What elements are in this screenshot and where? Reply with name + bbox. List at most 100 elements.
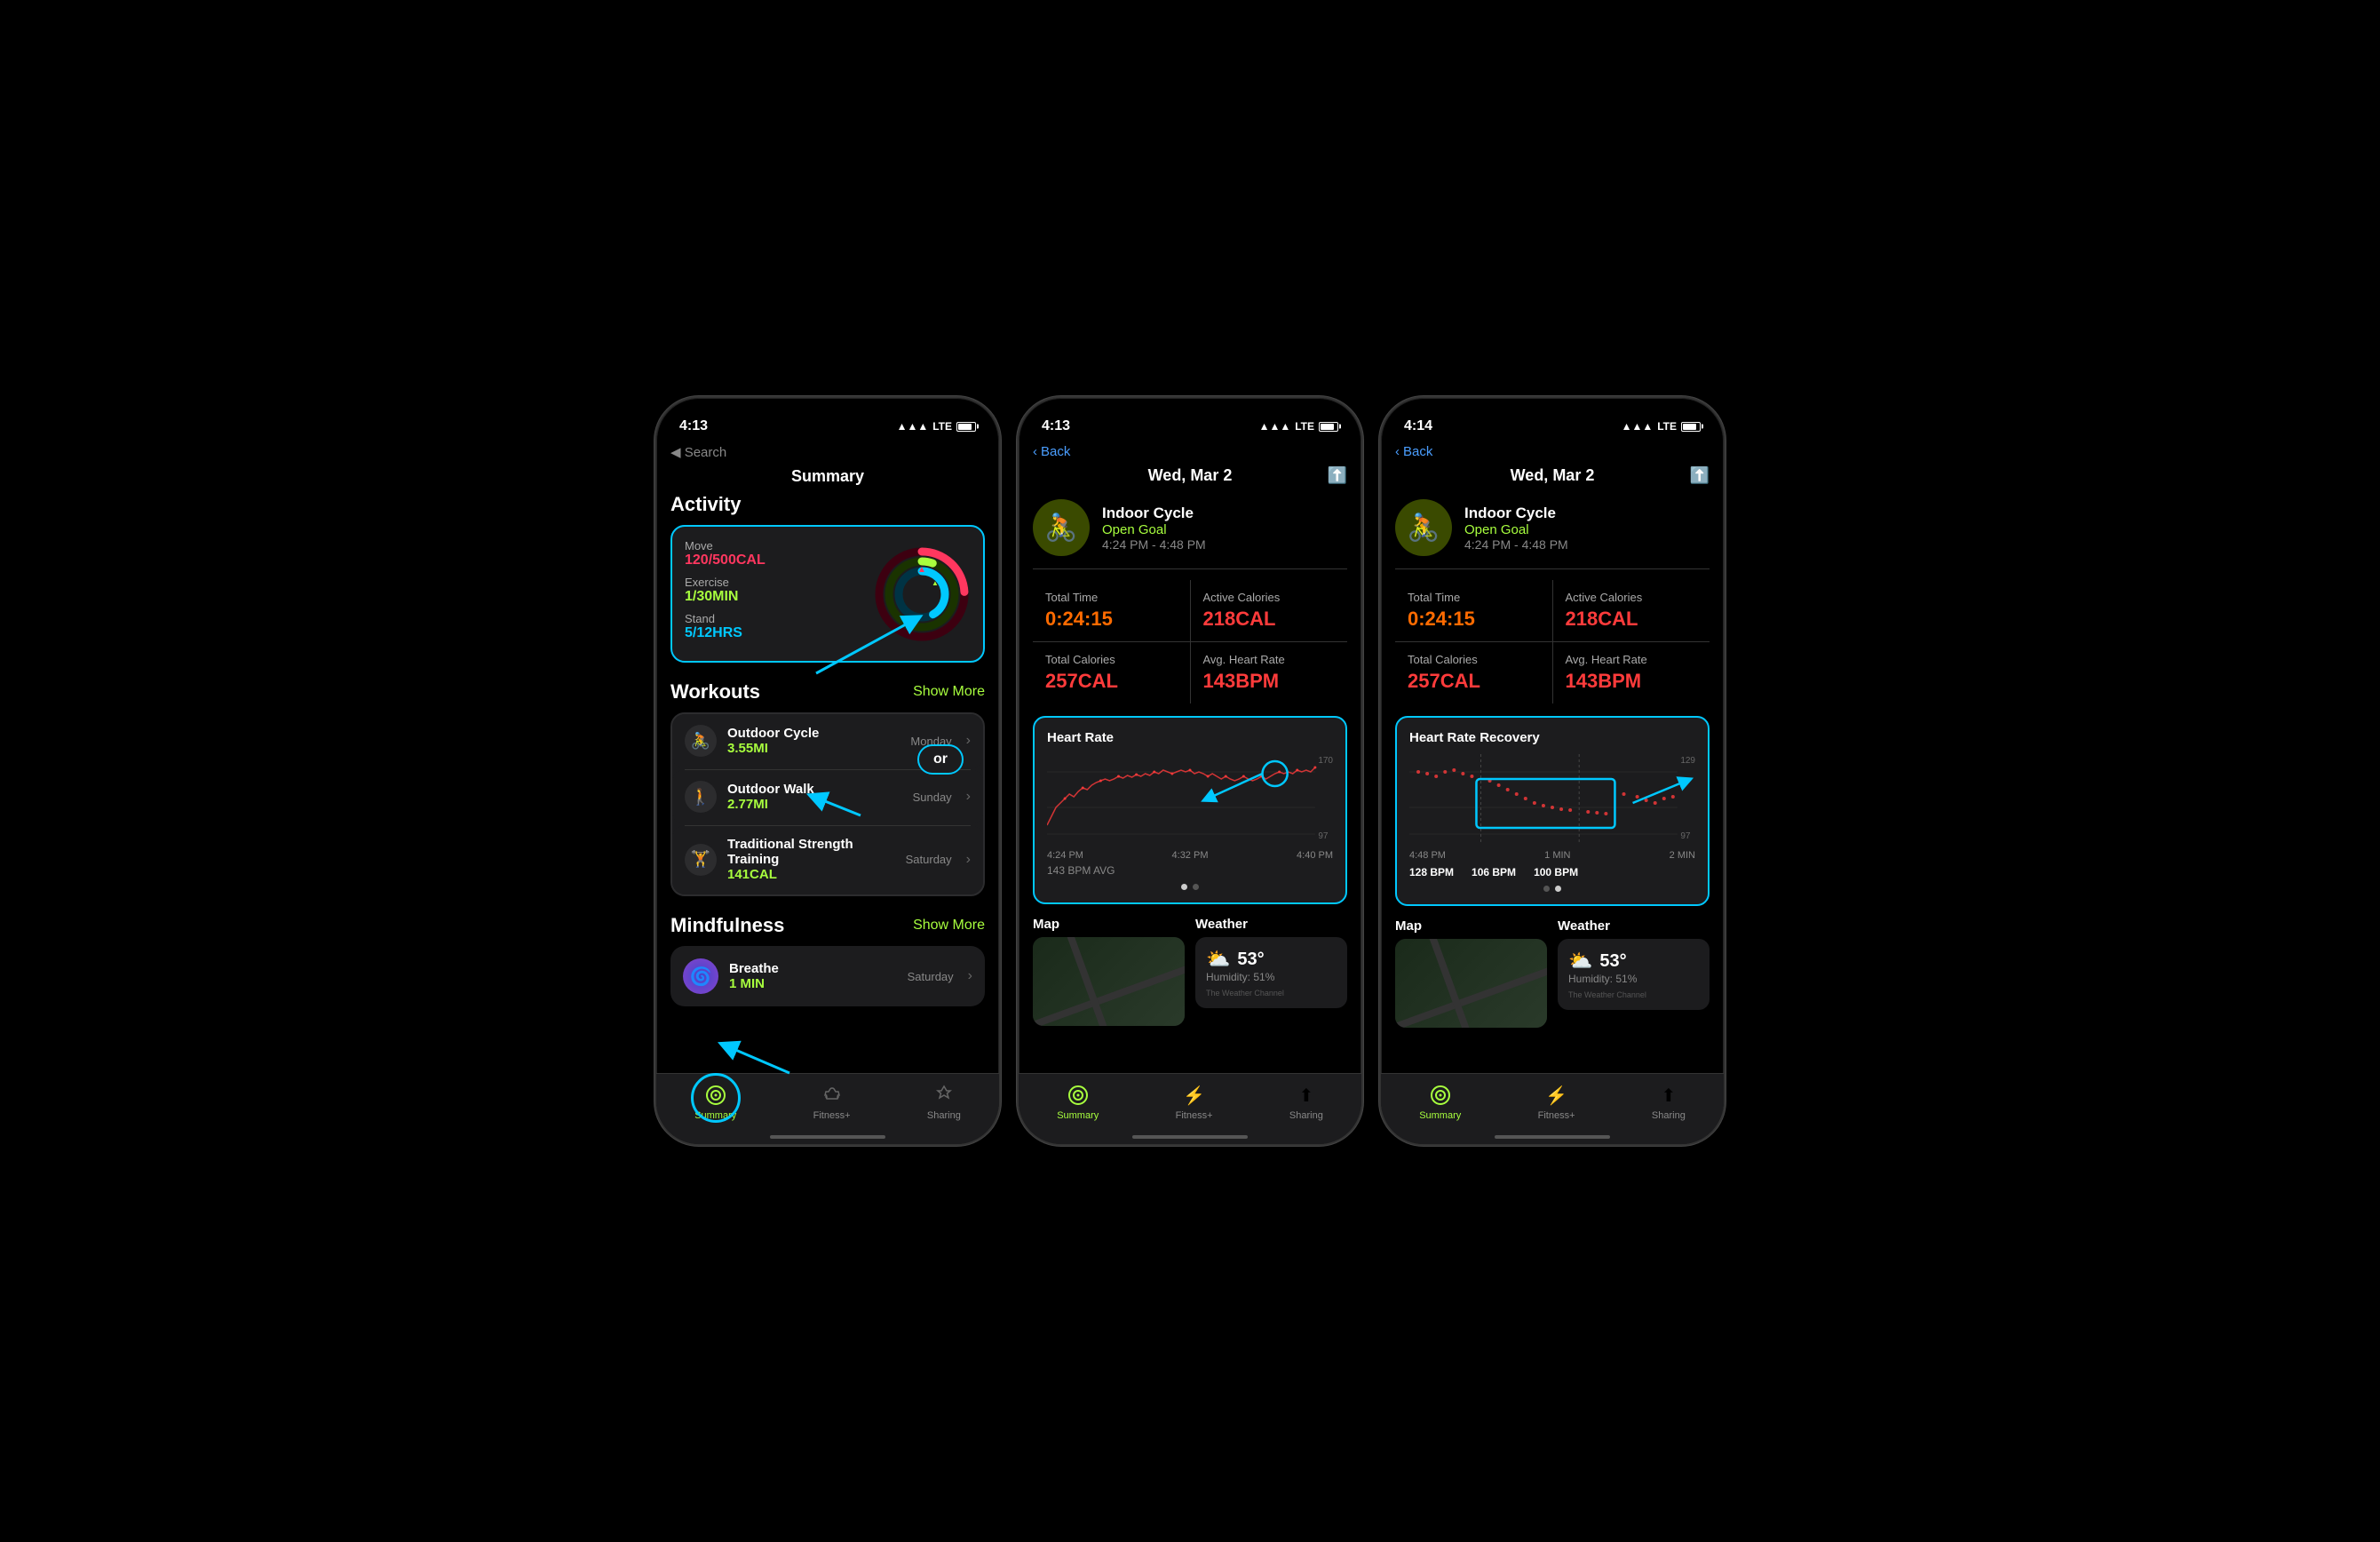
heart-rate-chart-2: Heart Rate <box>1033 716 1347 904</box>
tab-fitness-label-1: Fitness+ <box>813 1110 851 1121</box>
show-more-mind[interactable]: Show More <box>913 918 985 934</box>
exercise-value: 1/30MIN <box>685 589 873 605</box>
workout-detail-header-3: 🚴 Indoor Cycle Open Goal 4:24 PM - 4:48 … <box>1395 492 1710 569</box>
workout-2-value: 2.77MI <box>727 797 902 812</box>
bpm-row-3: 128 BPM 106 BPM 100 BPM <box>1409 866 1695 878</box>
phone1-content: Activity Move 120/500CAL Exercise 1/30MI… <box>656 493 999 1124</box>
tab-summary-3[interactable]: Summary <box>1419 1083 1461 1121</box>
map-section-3: Map <box>1395 918 1547 1028</box>
lte-label-3: LTE <box>1657 420 1677 433</box>
share-button-2[interactable]: ⬆️ <box>1328 466 1347 485</box>
total-time-label-3: Total Time <box>1408 591 1540 604</box>
active-cal-value-2: 218CAL <box>1203 608 1336 631</box>
weather-icon-2: ⛅ <box>1206 948 1230 971</box>
chart-footer-2: 4:24 PM 4:32 PM 4:40 PM <box>1047 850 1333 861</box>
tab-summary-1[interactable]: Summary <box>694 1083 736 1121</box>
active-cal-label-3: Active Calories <box>1566 591 1698 604</box>
map-card-2[interactable] <box>1033 937 1185 1026</box>
weather-row-2: ⛅ 53° <box>1206 948 1337 971</box>
back-nav-2[interactable]: ‹ Back <box>1019 442 1361 463</box>
workout-2[interactable]: 🚶 Outdoor Walk 2.77MI Sunday › <box>672 770 983 823</box>
status-icons-2: ▲▲▲ LTE <box>1259 420 1338 433</box>
tab-fitness-2[interactable]: ⚡ Fitness+ <box>1176 1083 1213 1121</box>
map-placeholder-3 <box>1395 939 1547 1028</box>
dynamic-island-2 <box>1137 407 1243 437</box>
workout-goal-2: Open Goal <box>1102 522 1347 537</box>
map-card-3[interactable] <box>1395 939 1547 1028</box>
dot-1-3 <box>1543 886 1550 892</box>
page-header-1: Summary <box>656 464 999 493</box>
back-chevron-2: ‹ <box>1033 444 1037 459</box>
chart-high-2: 170 <box>1318 756 1333 766</box>
bpm1-3: 128 BPM <box>1409 866 1454 878</box>
phone-3: 4:14 ▲▲▲ LTE ‹ Back Wed, Mar 2 ⬆️ 🚴 Indo… <box>1379 396 1726 1146</box>
activity-card: Move 120/500CAL Exercise 1/30MIN Stand 5… <box>670 525 985 663</box>
dynamic-island-3 <box>1499 407 1606 437</box>
summary-title: Summary <box>791 467 864 486</box>
mindfulness-title: Mindfulness <box>670 914 784 937</box>
bpm-avg-2: 143 BPM AVG <box>1047 864 1333 877</box>
home-indicator-2 <box>1132 1135 1248 1139</box>
tab-bar-1: Summary Fitness+ Sharing <box>656 1073 999 1144</box>
phone2-content: 🚴 Indoor Cycle Open Goal 4:24 PM - 4:48 … <box>1019 492 1361 1123</box>
map-placeholder-2 <box>1033 937 1185 1026</box>
workout-3[interactable]: 🏋️ Traditional Strength Training 141CAL … <box>672 826 983 893</box>
workouts-header: Workouts Show More <box>670 680 985 703</box>
mindfulness-card: 🌀 Breathe 1 MIN Saturday › <box>670 946 985 1006</box>
weather-section-2: Weather ⛅ 53° Humidity: 51% The Weather … <box>1195 917 1347 1026</box>
breathe-info: Breathe 1 MIN <box>729 961 897 991</box>
back-search-label[interactable]: ◀ Search <box>670 444 726 460</box>
tab-sharing-1[interactable]: Sharing <box>927 1083 961 1121</box>
workout-2-info: Outdoor Walk 2.77MI <box>727 782 902 812</box>
summary-tab-icon-3 <box>1428 1083 1453 1108</box>
show-more-workouts[interactable]: Show More <box>913 684 985 700</box>
tab-sharing-2[interactable]: ⬆ Sharing <box>1289 1083 1323 1121</box>
status-icons-3: ▲▲▲ LTE <box>1622 420 1701 433</box>
workout-goal-3: Open Goal <box>1464 522 1710 537</box>
time-2: 4:13 <box>1042 418 1070 434</box>
page-header-3: Wed, Mar 2 ⬆️ <box>1381 463 1724 492</box>
chevron-breathe: › <box>968 968 972 984</box>
time-1: 4:13 <box>679 418 708 434</box>
tab-fitness-1[interactable]: Fitness+ <box>813 1083 851 1121</box>
map-label-2: Map <box>1033 917 1185 932</box>
mindfulness-header: Mindfulness Show More <box>670 914 985 937</box>
weather-card-2: ⛅ 53° Humidity: 51% The Weather Channel <box>1195 937 1347 1008</box>
workout-detail-info-3: Indoor Cycle Open Goal 4:24 PM - 4:48 PM <box>1464 505 1710 552</box>
tab-fitness-3[interactable]: ⚡ Fitness+ <box>1538 1083 1575 1121</box>
status-icons-1: ▲▲▲ LTE <box>897 420 976 433</box>
workout-circle-icon-3: 🚴 <box>1395 499 1452 556</box>
workout-time-range-2: 4:24 PM - 4:48 PM <box>1102 537 1347 552</box>
back-label-2[interactable]: Back <box>1041 444 1070 459</box>
tab-summary-2[interactable]: Summary <box>1057 1083 1099 1121</box>
back-label-3[interactable]: Back <box>1403 444 1432 459</box>
active-cal-label-2: Active Calories <box>1203 591 1336 604</box>
back-nav-1[interactable]: ◀ Search <box>656 442 999 464</box>
back-nav-3[interactable]: ‹ Back <box>1381 442 1724 463</box>
tab-fitness-label-2: Fitness+ <box>1176 1110 1213 1121</box>
chart-time3-2: 4:40 PM <box>1297 850 1333 861</box>
workout-detail-header-2: 🚴 Indoor Cycle Open Goal 4:24 PM - 4:48 … <box>1033 492 1347 569</box>
avg-hr-value-3: 143BPM <box>1566 670 1698 693</box>
map-road-1 <box>1033 937 1185 1026</box>
workout-time-range-3: 4:24 PM - 4:48 PM <box>1464 537 1710 552</box>
tab-sharing-3[interactable]: ⬆ Sharing <box>1652 1083 1686 1121</box>
tab-summary-label-3: Summary <box>1419 1110 1461 1121</box>
chart-scale-3: 129 97 <box>1680 754 1695 843</box>
dot-2-3 <box>1555 886 1561 892</box>
sharing-tab-icon-2: ⬆ <box>1294 1083 1319 1108</box>
fitness-tab-icon-2: ⚡ <box>1182 1083 1207 1108</box>
share-button-3[interactable]: ⬆️ <box>1690 466 1710 485</box>
activity-rings-row: Move 120/500CAL Exercise 1/30MIN Stand 5… <box>685 539 971 648</box>
workout-2-name: Outdoor Walk <box>727 782 902 797</box>
weather-label-2: Weather <box>1195 917 1347 932</box>
page-dots-3 <box>1409 886 1695 892</box>
breathe-value: 1 MIN <box>729 976 897 991</box>
summary-tab-icon-2 <box>1066 1083 1091 1108</box>
weather-channel-2: The Weather Channel <box>1206 989 1337 998</box>
sharing-tab-icon-3: ⬆ <box>1656 1083 1681 1108</box>
signal-icon-2: ▲▲▲ <box>1259 420 1291 433</box>
svg-text:▲: ▲ <box>932 579 939 587</box>
workout-1[interactable]: 🚴 Outdoor Cycle 3.55MI Monday › <box>672 714 983 767</box>
workout-type-3: Indoor Cycle <box>1464 505 1710 522</box>
